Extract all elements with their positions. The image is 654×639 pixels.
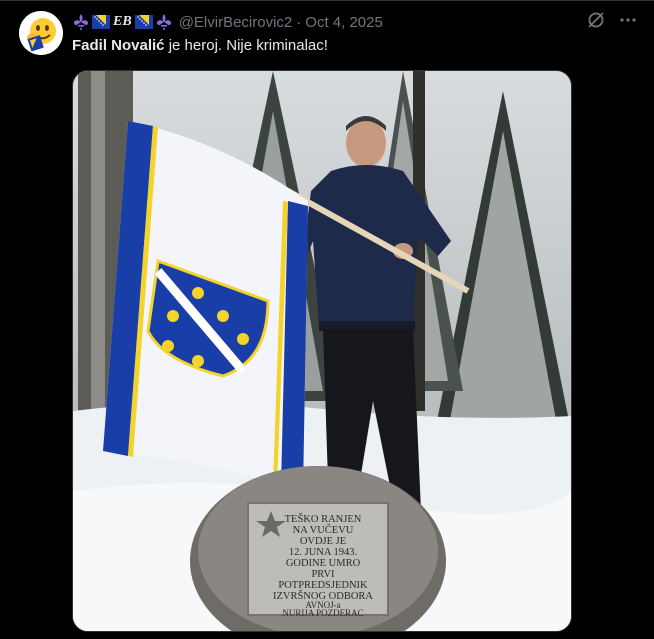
grok-icon[interactable] — [586, 10, 606, 30]
post-date[interactable]: Oct 4, 2025 — [305, 14, 383, 31]
photo-illustration: TEŠKO RANJEN NA VUČEVU OVDJE JE 12. JUNA… — [73, 71, 571, 631]
author-handle[interactable]: @ElvirBecirovic2 — [179, 14, 293, 31]
post-text: Fadil Novalić je heroj. Nije kriminalac! — [72, 36, 328, 56]
post-rest-text: je heroj. Nije kriminalac! — [164, 37, 328, 54]
plaque-line: NA VUČEVU — [293, 524, 354, 536]
post-image[interactable]: TEŠKO RANJEN NA VUČEVU OVDJE JE 12. JUNA… — [72, 70, 572, 632]
plaque-line: NURIJA POZDERAC — [282, 608, 363, 618]
avatar-emoji-icon — [19, 11, 63, 55]
tweet-actions — [586, 10, 638, 30]
display-name-emojis[interactable]: EB — [72, 12, 173, 32]
fleur-de-lis-icon — [74, 14, 88, 30]
avatar[interactable] — [19, 11, 63, 55]
plaque-line: TEŠKO RANJEN — [285, 513, 362, 525]
plaque-line: PRVI — [311, 569, 335, 580]
bosnian-flag-icon — [92, 15, 110, 29]
post-bold-name: Fadil Novalić — [72, 37, 165, 54]
bosnian-flag-icon — [134, 15, 153, 29]
name-monogram: EB — [113, 14, 132, 29]
fleur-de-lis-icon — [156, 14, 171, 30]
plaque-line: GODINE UMRO — [286, 558, 361, 569]
tweet-header: EB @ElvirBecirovic2 · Oct 4, 2025 — [72, 11, 644, 33]
separator-dot: · — [296, 13, 302, 31]
more-options-icon[interactable] — [618, 10, 638, 30]
top-divider — [0, 0, 654, 1]
plaque-line: POTPREDSJEDNIK — [278, 580, 368, 591]
plaque-line: OVDJE JE — [300, 536, 346, 547]
plaque-line: 12. JUNA 1943. — [289, 547, 357, 558]
